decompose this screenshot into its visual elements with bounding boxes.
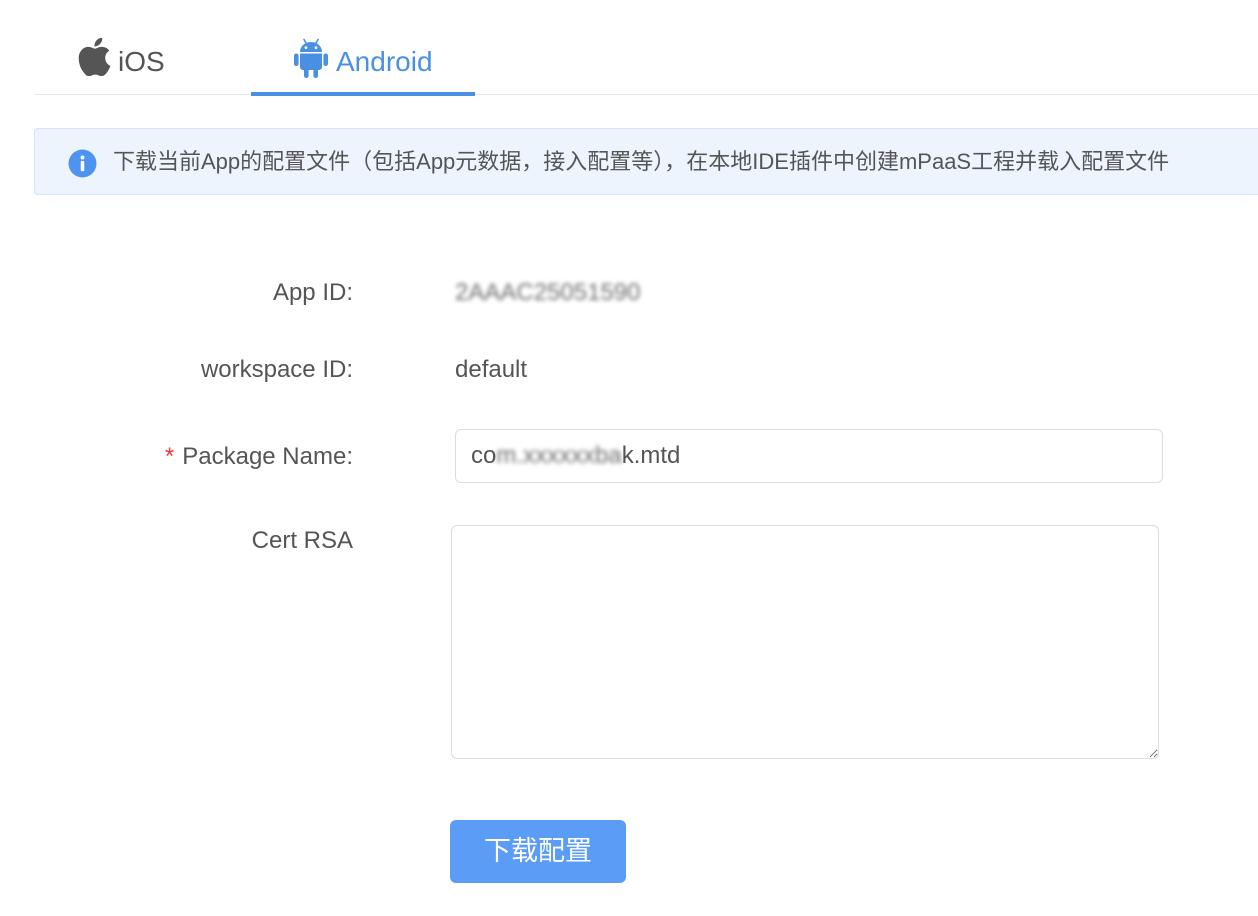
active-tab-indicator	[251, 92, 475, 96]
tab-ios-label: iOS	[118, 46, 165, 77]
tab-ios[interactable]: iOS	[78, 36, 173, 82]
package-name-value-suffix: k.mtd	[621, 442, 681, 469]
tab-android-label: Android	[336, 46, 433, 77]
required-mark: *	[164, 443, 175, 470]
tab-divider	[34, 94, 1258, 95]
package-name-input[interactable]: com.xxxxxxbak.mtd	[455, 429, 1163, 483]
package-name-value-redacted: m.xxxxxxba	[496, 442, 622, 469]
package-name-label: * Package Name:	[165, 442, 353, 472]
package-name-value-prefix: co	[471, 442, 497, 469]
android-icon	[294, 38, 328, 78]
alert-message: 下载当前App的配置文件（包括App元数据，接入配置等），在本地IDE插件中创建…	[113, 149, 1170, 174]
tab-android[interactable]: Android	[293, 36, 453, 82]
app-id-value: 2AAAC25051590	[455, 279, 641, 306]
app-id-label: App ID:	[272, 279, 353, 306]
platform-tabs: iOS Android	[0, 0, 1258, 96]
workspace-id-label: workspace ID:	[200, 356, 353, 383]
cert-rsa-label: Cert RSA	[251, 527, 353, 554]
download-config-button[interactable]: 下载配置	[450, 820, 626, 883]
info-alert: 下载当前App的配置文件（包括App元数据，接入配置等），在本地IDE插件中创建…	[34, 128, 1258, 195]
info-icon	[68, 149, 97, 178]
package-name-label-text: Package Name:	[182, 443, 353, 470]
cert-rsa-textarea[interactable]	[451, 525, 1159, 759]
workspace-id-value: default	[455, 356, 528, 383]
apple-icon	[78, 38, 111, 76]
